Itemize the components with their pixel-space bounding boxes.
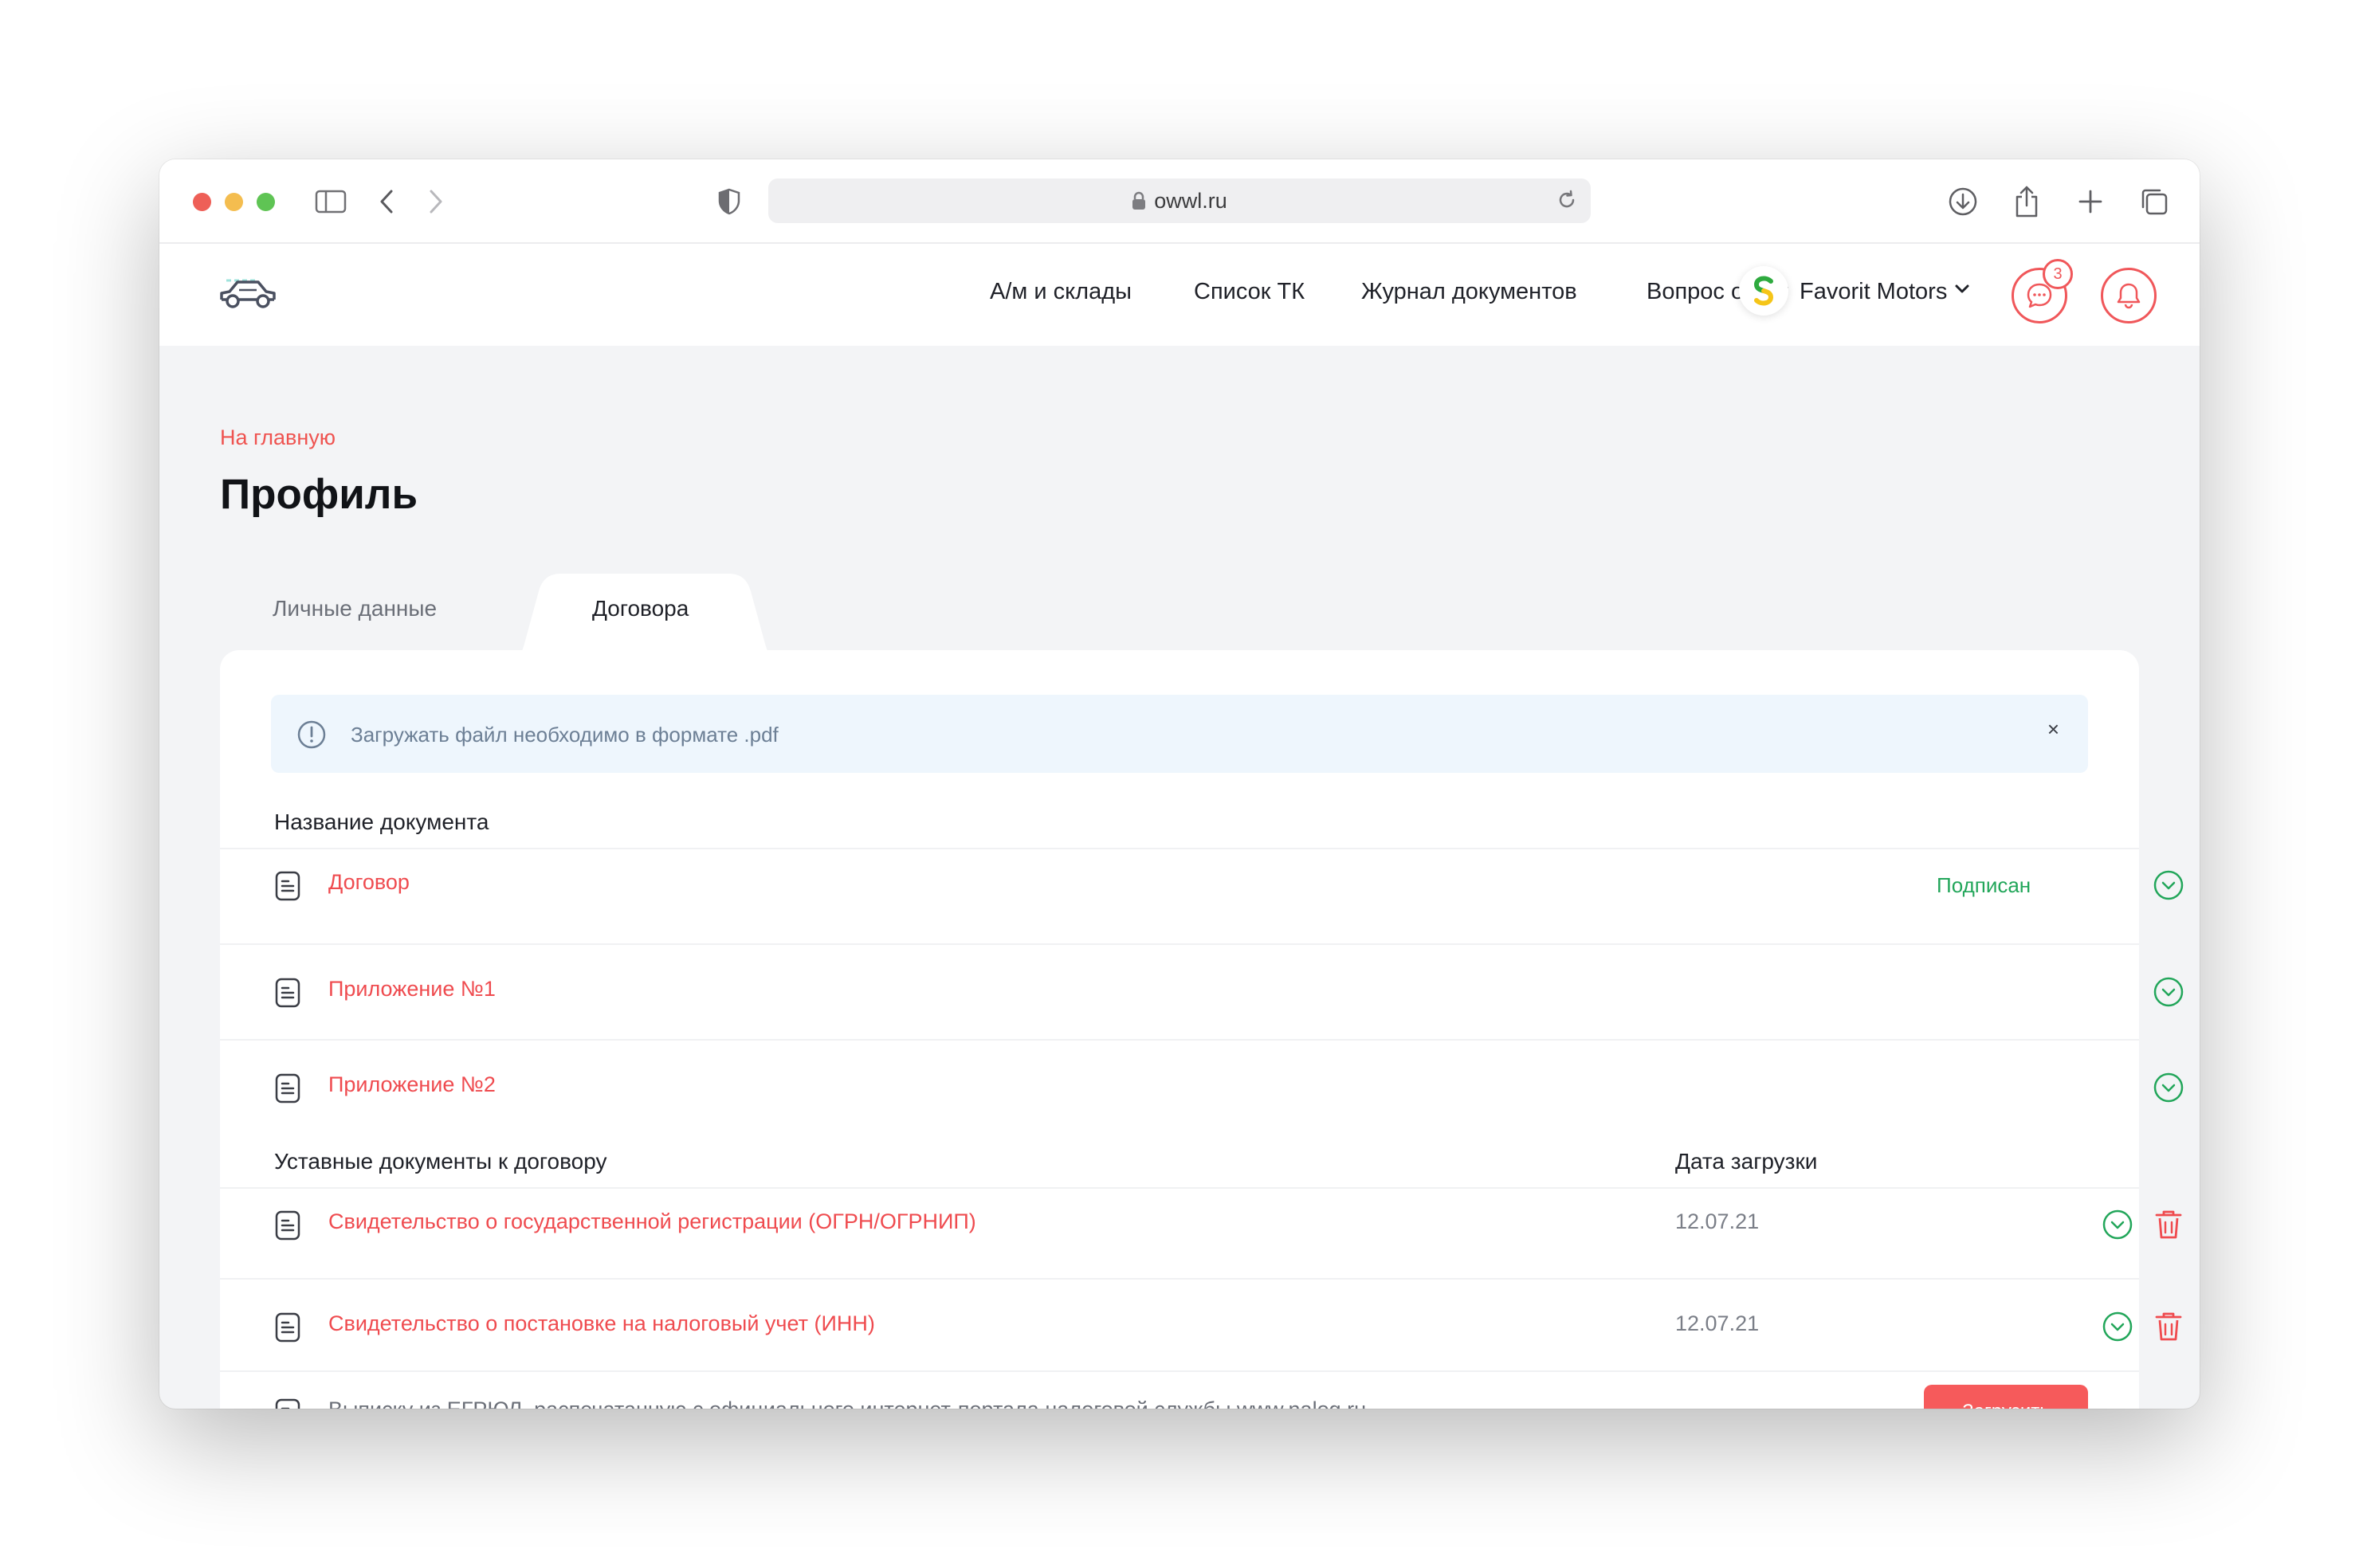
forward-icon[interactable] xyxy=(416,182,456,221)
car-logo-icon[interactable] xyxy=(218,272,279,318)
reload-icon[interactable] xyxy=(1556,189,1578,217)
document-name-header: Название документа xyxy=(274,809,489,834)
company-selector[interactable]: Favorit Motors xyxy=(1800,279,1947,305)
upload-date: 12.07.21 xyxy=(1675,1209,1760,1233)
contract-row: Приложение №2 xyxy=(220,1039,2184,1119)
upload-date: 12.07.21 xyxy=(1675,1311,1760,1335)
bell-icon xyxy=(2117,283,2141,309)
upload-button[interactable]: Загрузить xyxy=(1924,1385,2088,1409)
tabs-overview-icon[interactable] xyxy=(2134,182,2174,221)
contract-link[interactable]: Договор xyxy=(328,870,410,895)
document-icon xyxy=(274,1209,301,1245)
trash-icon[interactable] xyxy=(2153,1310,2184,1347)
share-icon[interactable] xyxy=(2007,182,2047,221)
document-icon xyxy=(274,1311,301,1347)
document-icon xyxy=(274,870,301,906)
lock-icon xyxy=(1132,191,1146,210)
upload-date-header: Дата загрузки xyxy=(1675,1149,1818,1174)
company-avatar[interactable] xyxy=(1739,266,1788,316)
minimize-window-button[interactable] xyxy=(225,193,243,211)
alert-message: Загружать файл необходимо в формате .pdf xyxy=(351,723,779,747)
tab-personal-data[interactable]: Личные данные xyxy=(273,596,437,621)
window-controls xyxy=(193,193,275,211)
tab-contracts[interactable]: Договора xyxy=(592,596,689,621)
new-tab-icon[interactable] xyxy=(2071,182,2110,221)
info-alert: Загружать файл необходимо в формате .pdf… xyxy=(271,695,2088,773)
nav-item-tk-list[interactable]: Список ТК xyxy=(1194,279,1305,305)
chevron-down-circle-icon[interactable] xyxy=(2152,868,2185,906)
close-icon[interactable]: × xyxy=(2047,719,2059,739)
appendix-1-link[interactable]: Приложение №1 xyxy=(328,977,496,1002)
address-bar[interactable]: owwl.ru xyxy=(768,178,1591,223)
notifications-button[interactable] xyxy=(2101,268,2157,323)
close-window-button[interactable] xyxy=(193,193,211,211)
appendix-2-link[interactable]: Приложение №2 xyxy=(328,1072,496,1097)
page-title: Профиль xyxy=(220,471,418,518)
statutory-doc-row: Выписку из ЕГРЮЛ, распечатанную с официа… xyxy=(220,1370,2139,1409)
document-icon xyxy=(274,977,301,1013)
sidebar-toggle-icon[interactable] xyxy=(311,182,351,221)
trash-icon[interactable] xyxy=(2153,1208,2184,1245)
contract-row: Договор Подписан xyxy=(220,848,2184,943)
statutory-doc-row: Свидетельство о постановке на налоговый … xyxy=(220,1278,2182,1370)
maximize-window-button[interactable] xyxy=(257,193,275,211)
site-header: А/м и склады Список ТК Журнал документов… xyxy=(159,244,2200,346)
chevron-down-circle-icon[interactable] xyxy=(2152,975,2185,1013)
info-icon xyxy=(296,719,327,754)
messages-button[interactable]: 3 xyxy=(2012,259,2073,323)
privacy-shield-icon[interactable] xyxy=(709,182,749,221)
nav-item-document-log[interactable]: Журнал документов xyxy=(1361,279,1577,305)
chevron-down-circle-icon[interactable] xyxy=(2152,1071,2185,1108)
back-icon[interactable] xyxy=(367,182,406,221)
ogrn-certificate-link[interactable]: Свидетельство о государственной регистра… xyxy=(328,1209,976,1234)
inn-certificate-link[interactable]: Свидетельство о постановке на налоговый … xyxy=(328,1311,875,1336)
statutory-doc-row: Свидетельство о государственной регистра… xyxy=(220,1187,2182,1278)
browser-window: owwl.ru А/м и склады Список ТК Журнал до… xyxy=(159,159,2200,1409)
egrul-extract-label: Выписку из ЕГРЮЛ, распечатанную с официа… xyxy=(328,1397,1366,1409)
document-icon xyxy=(274,1397,301,1409)
downloads-icon[interactable] xyxy=(1943,182,1983,221)
chevron-down-icon[interactable] xyxy=(1954,284,1970,299)
status-signed: Подписан xyxy=(1937,873,2031,897)
nav-item-cars-warehouses[interactable]: А/м и склады xyxy=(990,279,1132,305)
contracts-card: Загружать файл необходимо в формате .pdf… xyxy=(220,650,2184,1409)
chevron-down-circle-icon[interactable] xyxy=(2101,1310,2134,1347)
statutory-docs-header: Уставные документы к договору xyxy=(274,1149,607,1174)
breadcrumb-home-link[interactable]: На главную xyxy=(220,425,336,450)
chevron-down-circle-icon[interactable] xyxy=(2101,1208,2134,1245)
messages-count-badge: 3 xyxy=(2043,259,2073,289)
url-text: owwl.ru xyxy=(1154,188,1227,213)
browser-toolbar: owwl.ru xyxy=(159,159,2200,244)
document-icon xyxy=(274,1072,301,1108)
contract-row: Приложение №1 xyxy=(220,943,2184,1039)
